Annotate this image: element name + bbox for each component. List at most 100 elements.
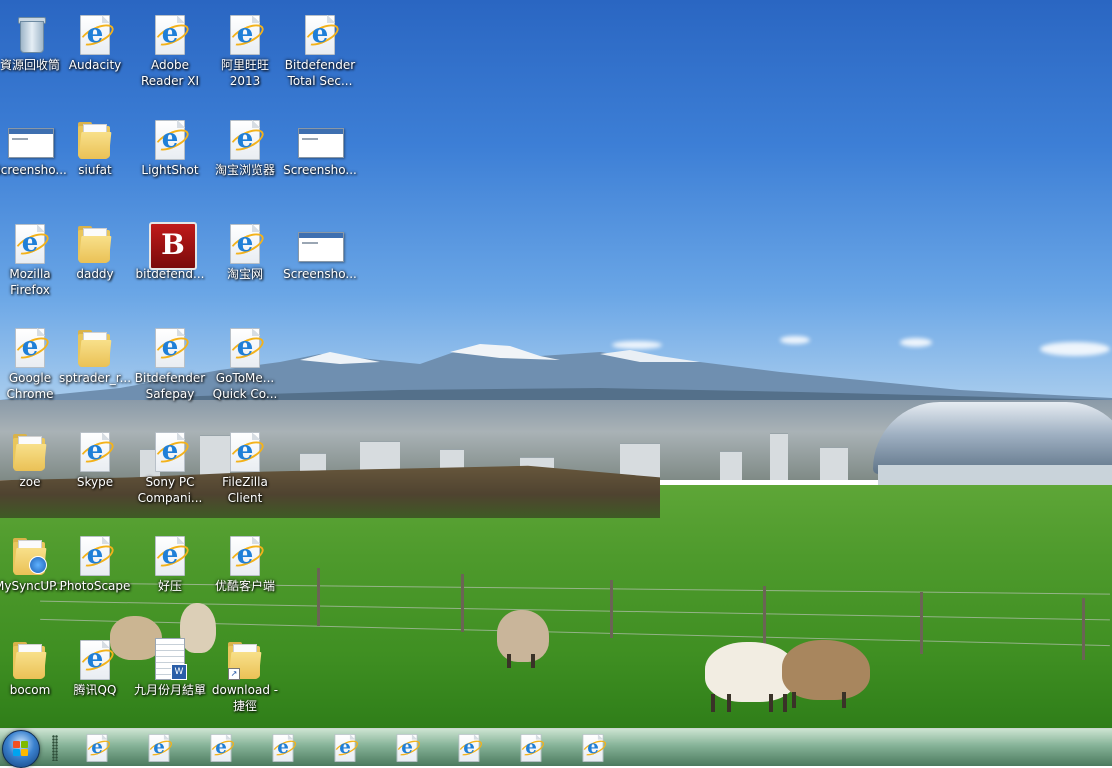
desktop-icon-label: Screensho... (283, 267, 357, 281)
desktop-icon-lightshot[interactable]: e LightShot (130, 110, 210, 210)
ie-file-icon: e (227, 120, 267, 160)
screenshot-thumbnail-icon (8, 120, 54, 160)
desktop-icon-youku[interactable]: e 优酷客户端 (205, 526, 285, 626)
ie-file-icon: e (270, 734, 299, 762)
desktop-icon-taobao-browser[interactable]: e 淘宝浏览器 (205, 110, 285, 210)
desktop-icon-gotomeeting[interactable]: e GoToMe... Quick Co... (205, 318, 285, 418)
folder-icon (78, 328, 112, 368)
desktop-icon-label: PhotoScape (59, 579, 131, 593)
ie-file-icon: e (77, 432, 117, 472)
desktop-icon-label: sptrader_r... (58, 371, 132, 385)
ie-file-icon: e (84, 734, 113, 762)
word-document-icon: W (153, 638, 187, 680)
windows-logo-icon (13, 741, 29, 757)
desktop-icon-bitdefender-total[interactable]: e Bitdefender Total Sec... (280, 5, 360, 105)
taskbar: eeeeeeeee (0, 728, 1112, 768)
taskbar-pin-6[interactable]: e (387, 732, 427, 764)
sync-folder-icon (13, 536, 47, 576)
ie-file-icon: e (394, 734, 423, 762)
ie-file-icon: e (77, 536, 117, 576)
ie-file-icon: e (227, 432, 267, 472)
folder-icon (13, 640, 47, 680)
desktop-icon-label: GoToMe... Quick Co... (212, 371, 278, 401)
taskbar-pin-5[interactable]: e (325, 732, 365, 764)
wallpaper-sheep (497, 610, 549, 668)
taskbar-pin-7[interactable]: e (449, 732, 489, 764)
desktop-icon-label: 淘宝网 (226, 267, 263, 281)
desktop-icon-label: 好压 (157, 579, 182, 593)
desktop-icon-label: download - 捷徑 (211, 683, 279, 713)
desktop-icon-siufat[interactable]: siufat (55, 110, 135, 210)
desktop-icon-haoya[interactable]: e 好压 (130, 526, 210, 626)
desktop-icon-adobe-reader[interactable]: e Adobe Reader XI (130, 5, 210, 105)
ie-file-icon: e (580, 734, 609, 762)
ie-file-icon: e (332, 734, 361, 762)
desktop-icon-september-report[interactable]: W 九月份月結單 (130, 630, 210, 730)
ie-file-icon: e (146, 734, 175, 762)
ie-file-icon: e (227, 15, 267, 55)
desktop-icon-skype[interactable]: e Skype (55, 422, 135, 522)
desktop-icon-screenshot-3[interactable]: Screensho... (280, 214, 360, 314)
taskbar-pin-9[interactable]: e (573, 732, 613, 764)
start-button[interactable] (2, 730, 40, 768)
desktop-icon-label: Bitdefender Total Sec... (284, 58, 356, 88)
desktop-icon-label: Skype (76, 475, 114, 489)
ie-file-icon: e (518, 734, 547, 762)
desktop-icon-label: daddy (76, 267, 114, 281)
desktop-icon-label: 优酷客户端 (214, 579, 275, 593)
ie-file-icon: e (77, 640, 117, 680)
taskbar-pin-2[interactable]: e (139, 732, 179, 764)
recycle-bin-icon (13, 15, 47, 55)
taskbar-pin-1[interactable]: e (77, 732, 117, 764)
desktop-icon-bitdefender-safepay[interactable]: e Bitdefender Safepay (130, 318, 210, 418)
taskbar-pin-8[interactable]: e (511, 732, 551, 764)
desktop-icon-taobao[interactable]: e 淘宝网 (205, 214, 285, 314)
desktop-icon-label: 淘宝浏览器 (214, 163, 275, 177)
desktop-icon-label: 腾讯QQ (73, 683, 117, 697)
desktop-icon-photoscape[interactable]: e PhotoScape (55, 526, 135, 626)
folder-icon (78, 120, 112, 160)
desktop-icon-label: 阿里旺旺 2013 (220, 58, 269, 88)
desktop-icon-screenshot-2[interactable]: Screensho... (280, 110, 360, 210)
desktop-icon-aliwangwang[interactable]: e 阿里旺旺 2013 (205, 5, 285, 105)
desktop-icon-label: Audacity (68, 58, 122, 72)
desktop-icon-daddy[interactable]: daddy (55, 214, 135, 314)
desktop-icon-filezilla[interactable]: e FileZilla Client (205, 422, 285, 522)
ie-file-icon: e (456, 734, 485, 762)
desktop-icon-bitdefend[interactable]: Bbitdefend... (130, 214, 210, 314)
desktop-icon-label: 九月份月結單 (133, 683, 206, 697)
ie-file-icon: e (152, 536, 192, 576)
ie-file-icon: e (152, 120, 192, 160)
desktop-icon-tencent-qq[interactable]: e 腾讯QQ (55, 630, 135, 730)
ie-file-icon: e (208, 734, 237, 762)
ie-file-icon: e (227, 224, 267, 264)
screenshot-thumbnail-icon (298, 120, 344, 160)
folder-shortcut-icon: ↗ (228, 640, 262, 680)
desktop-icon-audacity[interactable]: e Audacity (55, 5, 135, 105)
ie-file-icon: e (227, 328, 267, 368)
wallpaper-stadium-dome (873, 402, 1112, 474)
folder-icon (78, 224, 112, 264)
taskbar-pin-4[interactable]: e (263, 732, 303, 764)
desktop-icon-label: Screensho... (283, 163, 357, 177)
ie-file-icon: e (12, 224, 52, 264)
ie-file-icon: e (152, 15, 192, 55)
desktop-icon-sptrader[interactable]: sptrader_r... (55, 318, 135, 418)
ie-file-icon: e (302, 15, 342, 55)
desktop-icon-download-shortcut[interactable]: ↗ download - 捷徑 (205, 630, 285, 730)
desktop-icon-label: FileZilla Client (222, 475, 268, 505)
desktop-icon-label: Adobe Reader XI (140, 58, 200, 88)
ie-file-icon: e (152, 328, 192, 368)
bitdefender-app-icon: B (149, 222, 197, 270)
desktop-icon-label: LightShot (141, 163, 199, 177)
ie-file-icon: e (12, 328, 52, 368)
taskbar-pin-3[interactable]: e (201, 732, 241, 764)
wallpaper-sheep (782, 640, 870, 708)
ie-file-icon: e (227, 536, 267, 576)
ie-file-icon: e (77, 15, 117, 55)
folder-icon (13, 432, 47, 472)
toolbar-grip-handle[interactable] (52, 735, 58, 761)
ie-file-icon: e (152, 432, 192, 472)
desktop-icon-label: siufat (78, 163, 112, 177)
desktop-icon-sony-pc[interactable]: e Sony PC Compani... (130, 422, 210, 522)
